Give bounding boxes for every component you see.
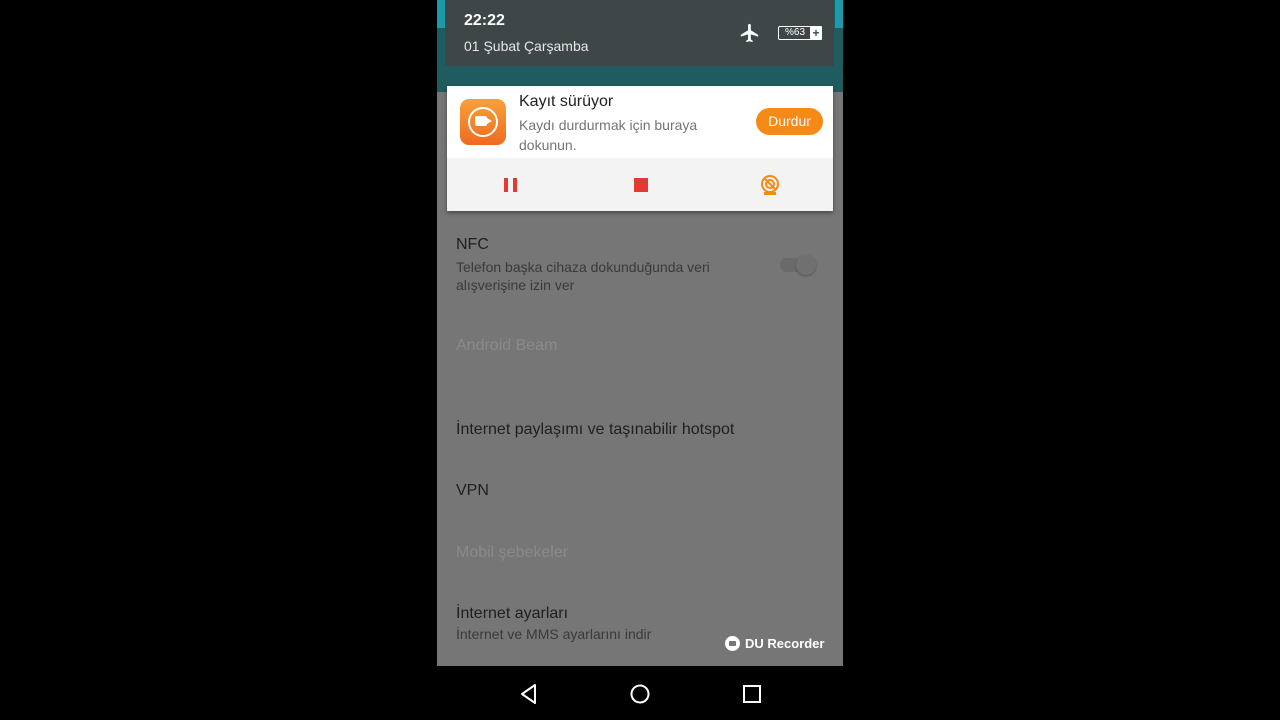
- navigation-bar: [437, 666, 843, 720]
- phone-screen: 22:22 01 Şubat Çarşamba %63 + NFC Telefo…: [437, 0, 843, 666]
- toggle-knob: [796, 255, 816, 275]
- status-header: 22:22 01 Şubat Çarşamba %63 +: [445, 0, 834, 66]
- setting-title: İnternet paylaşımı ve taşınabilir hotspo…: [456, 421, 735, 438]
- settings-item-internet-settings[interactable]: İnternet ayarları İnternet ve MMS ayarla…: [456, 605, 651, 643]
- du-recorder-icon: [460, 99, 506, 145]
- date[interactable]: 01 Şubat Çarşamba: [464, 38, 589, 54]
- setting-title: NFC: [456, 236, 489, 253]
- settings-item-android-beam: Android Beam: [456, 337, 557, 355]
- setting-title: VPN: [456, 482, 489, 499]
- stop-recording-button[interactable]: Durdur: [756, 108, 823, 135]
- settings-item-nfc[interactable]: NFC Telefon başka cihaza dokunduğunda ve…: [456, 236, 766, 294]
- pause-icon[interactable]: [504, 178, 518, 192]
- setting-title: İnternet ayarları: [456, 605, 569, 622]
- camera-icon[interactable]: [759, 174, 781, 196]
- watermark-text: DU Recorder: [745, 636, 825, 651]
- notification-title: Kayıt sürüyor: [519, 93, 614, 110]
- du-recorder-watermark: DU Recorder: [725, 636, 824, 651]
- back-icon[interactable]: [518, 683, 540, 705]
- clock: 22:22: [464, 12, 505, 29]
- airplane-mode-icon: [740, 23, 759, 43]
- setting-subtitle: İnternet ve MMS ayarlarını indir: [456, 626, 652, 642]
- settings-item-mobile-networks: Mobil şebekeler: [456, 544, 568, 562]
- nfc-toggle[interactable]: [780, 255, 816, 275]
- notification-text: Kaydı durdurmak için buraya dokunun.: [519, 117, 698, 153]
- du-recorder-logo-icon: [725, 636, 740, 651]
- notification-actions: [447, 158, 833, 211]
- home-icon[interactable]: [629, 683, 651, 705]
- settings-item-vpn[interactable]: VPN: [456, 482, 489, 500]
- setting-subtitle: Telefon başka cihaza dokunduğunda veri a…: [456, 259, 710, 293]
- setting-title: Android Beam: [456, 337, 558, 354]
- teal-edge-right: [835, 0, 843, 28]
- battery-icon: %63: [778, 26, 812, 40]
- teal-edge-left: [437, 0, 445, 28]
- recording-notification[interactable]: Kayıt sürüyor Kaydı durdurmak için buray…: [447, 86, 833, 211]
- icon-camera-shape: [475, 116, 492, 126]
- recents-icon[interactable]: [741, 683, 763, 705]
- stop-icon[interactable]: [634, 178, 648, 192]
- charging-icon: +: [810, 26, 822, 40]
- settings-item-hotspot[interactable]: İnternet paylaşımı ve taşınabilir hotspo…: [456, 421, 734, 439]
- setting-title: Mobil şebekeler: [456, 544, 569, 561]
